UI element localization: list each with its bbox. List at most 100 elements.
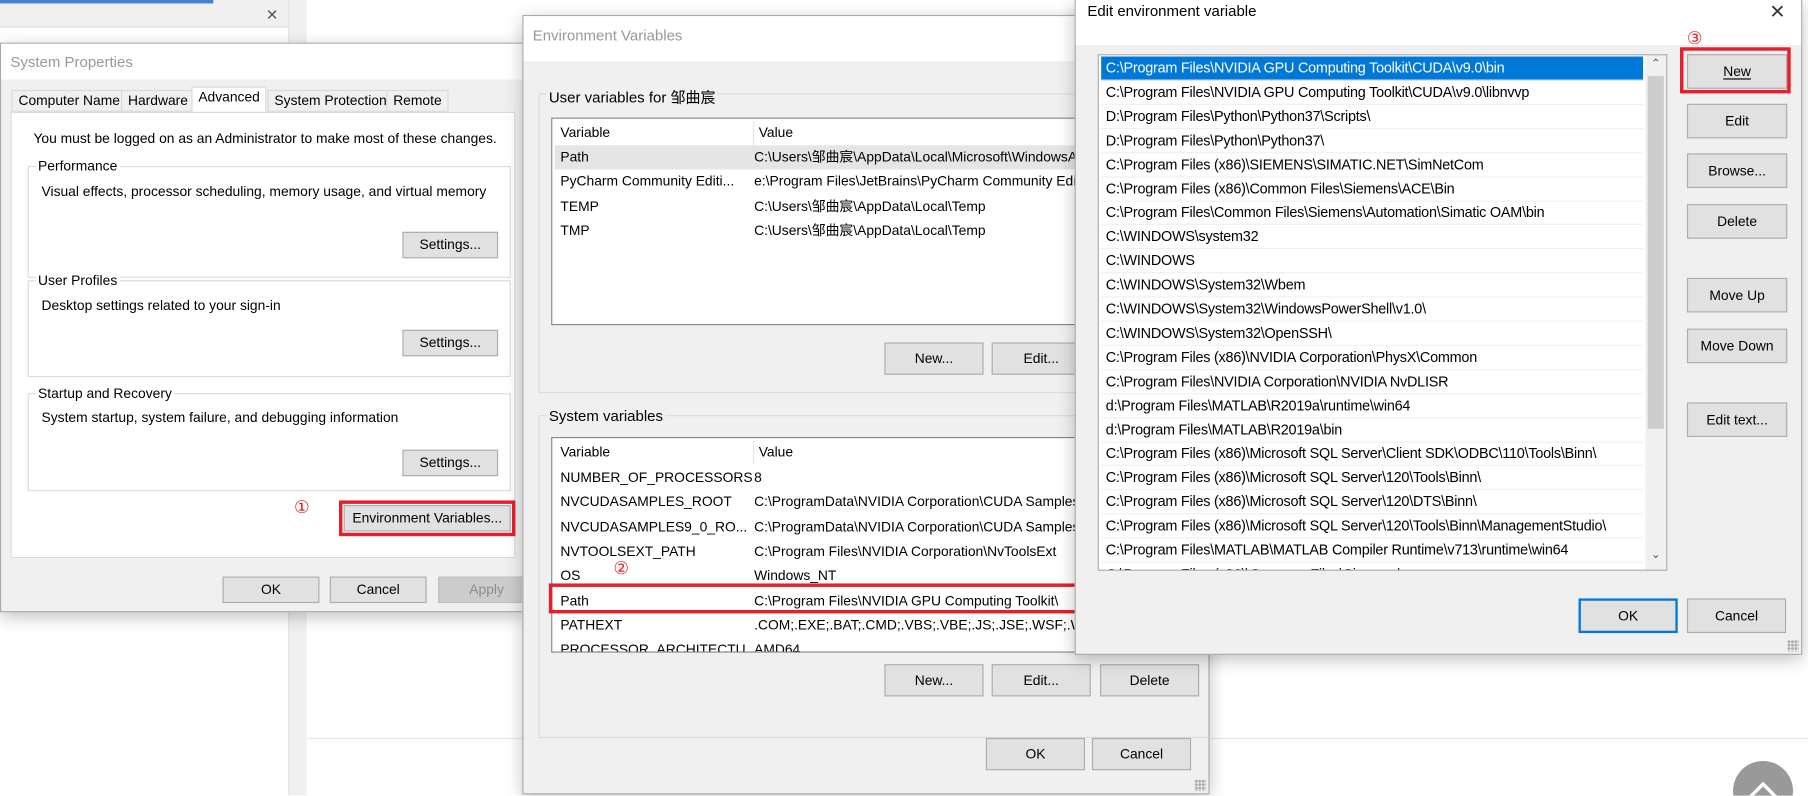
move-down-button[interactable]: Move Down xyxy=(1686,328,1788,364)
variable-name: TEMP xyxy=(560,197,599,215)
performance-label: Performance xyxy=(35,157,120,175)
column-value[interactable]: Value xyxy=(752,121,793,146)
table-row[interactable]: NVTOOLSEXT_PATH C:\Program Files\NVIDIA C… xyxy=(555,540,1081,564)
startup-recovery-settings-button[interactable]: Settings... xyxy=(402,449,499,477)
edit-entry-button[interactable]: Edit xyxy=(1686,103,1788,139)
scrollbar-thumb[interactable] xyxy=(1647,76,1664,429)
step-marker-2: ② xyxy=(613,559,629,579)
user-variables-label: User variables for 邹曲宸 xyxy=(546,85,718,108)
highlight-new-button xyxy=(1680,47,1791,94)
variable-name: PyCharm Community Editi... xyxy=(560,173,735,190)
system-variables-table[interactable]: Variable Value NUMBER_OF_PROCESSORS 8 NVCU… xyxy=(551,437,1082,653)
column-value[interactable]: Value xyxy=(752,440,793,465)
scroll-up-arrow-icon[interactable]: ⌃ xyxy=(1645,58,1666,71)
variable-name: NVCUDASAMPLES9_0_RO... xyxy=(560,518,748,535)
path-entry[interactable]: d:\Program Files\MATLAB\R2019a\bin xyxy=(1101,418,1644,443)
browse-button[interactable]: Browse... xyxy=(1686,153,1788,188)
tab-hardware[interactable]: Hardware xyxy=(121,89,195,112)
table-row[interactable]: PATHEXT .COM;.EXE;.BAT;.CMD;.VBS;.VBE;.JS… xyxy=(555,613,1080,637)
variable-value: C:\Program Files\NVIDIA Corporation\NvTo… xyxy=(754,542,1057,560)
tab-advanced[interactable]: Advanced xyxy=(191,86,267,113)
table-row[interactable]: NUMBER_OF_PROCESSORS 8 xyxy=(555,466,1081,490)
tab-remote[interactable]: Remote xyxy=(386,89,449,112)
path-entry[interactable]: C:\WINDOWS\system32 xyxy=(1101,225,1644,250)
system-properties-cancel-button[interactable]: Cancel xyxy=(329,576,427,604)
path-entry[interactable]: C:\Program Files (x86)\Common Files\Siem… xyxy=(1101,563,1643,570)
column-variable[interactable]: Variable xyxy=(560,121,610,145)
path-entry[interactable]: C:\Program Files\Common Files\Siemens\Au… xyxy=(1101,201,1644,226)
user-profiles-label: User Profiles xyxy=(35,272,120,289)
path-entry[interactable]: C:\Program Files (x86)\NVIDIA Corporatio… xyxy=(1101,346,1644,370)
performance-settings-button[interactable]: Settings... xyxy=(402,231,499,259)
variable-value: C:\Users\邹曲宸\AppData\Local\Microsoft\Win… xyxy=(754,148,1104,165)
system-variables-label: System variables xyxy=(546,407,666,425)
background-tab-indicator xyxy=(0,0,214,4)
variable-name: Path xyxy=(560,148,589,165)
resize-grip-icon[interactable] xyxy=(1194,779,1207,791)
variable-name: NVCUDASAMPLES_ROOT xyxy=(560,493,732,510)
path-entry[interactable]: D:\Program Files\Python\Python37\Scripts… xyxy=(1101,105,1644,129)
performance-desc: Visual effects, processor scheduling, me… xyxy=(41,183,487,200)
path-entry[interactable]: C:\Program Files (x86)\SIEMENS\SIMATIC.N… xyxy=(1101,153,1644,178)
delete-entry-button[interactable]: Delete xyxy=(1686,204,1788,239)
environment-variables-cancel-button[interactable]: Cancel xyxy=(1091,737,1192,771)
path-entry[interactable]: C:\Program Files\NVIDIA Corporation\NVID… xyxy=(1101,370,1644,394)
path-entry[interactable]: C:\WINDOWS\System32\WindowsPowerShell\v1… xyxy=(1101,297,1644,322)
environment-variables-title: Environment Variables xyxy=(532,26,683,44)
path-entry[interactable]: C:\Program Files (x86)\Microsoft SQL Ser… xyxy=(1101,466,1644,491)
scroll-down-arrow-icon[interactable]: ⌄ xyxy=(1645,549,1666,562)
table-row[interactable]: PROCESSOR_ARCHITECTU... AMD64 xyxy=(555,638,1081,653)
system-properties-apply-button[interactable]: Apply xyxy=(438,576,536,604)
path-entry[interactable]: C:\WINDOWS xyxy=(1101,249,1644,274)
variable-value: 8 xyxy=(754,469,762,486)
path-entry[interactable]: D:\Program Files\Python\Python37\ xyxy=(1101,129,1644,153)
path-entry[interactable]: C:\Program Files (x86)\Common Files\Siem… xyxy=(1101,177,1644,202)
list-scrollbar[interactable]: ⌃ ⌄ xyxy=(1645,55,1667,570)
background-tab-close-icon[interactable]: × xyxy=(266,3,277,26)
system-edit-button[interactable]: Edit... xyxy=(991,664,1091,697)
path-entry[interactable]: d:\Program Files\MATLAB\R2019a\runtime\w… xyxy=(1101,394,1644,419)
path-entry[interactable]: C:\Program Files\MATLAB\MATLAB Compiler … xyxy=(1101,538,1644,563)
table-row[interactable]: NVCUDASAMPLES9_0_RO... C:\ProgramData\NVI… xyxy=(555,515,1081,539)
variable-name: NUMBER_OF_PROCESSORS xyxy=(560,469,753,486)
path-entry[interactable]: C:\Program Files (x86)\Microsoft SQL Ser… xyxy=(1101,442,1644,467)
resize-grip-icon[interactable] xyxy=(1787,639,1799,652)
close-icon[interactable]: × xyxy=(1770,0,1785,27)
path-entry[interactable]: C:\WINDOWS\System32\Wbem xyxy=(1101,273,1644,298)
path-entry[interactable]: C:\Program Files\NVIDIA GPU Computing To… xyxy=(1101,56,1644,81)
system-new-button[interactable]: New... xyxy=(884,664,984,697)
path-entry[interactable]: C:\Program Files (x86)\Microsoft SQL Ser… xyxy=(1101,490,1644,515)
path-entry[interactable]: C:\Program Files\NVIDIA GPU Computing To… xyxy=(1101,81,1644,105)
scroll-to-top-button[interactable] xyxy=(1733,761,1794,796)
variable-name: PATHEXT xyxy=(560,616,623,633)
user-new-button[interactable]: New... xyxy=(884,342,984,375)
edit-env-title: Edit environment variable xyxy=(1087,2,1257,20)
edit-env-ok-button[interactable]: OK xyxy=(1578,598,1678,634)
column-variable[interactable]: Variable xyxy=(560,440,610,464)
table-row[interactable]: NVCUDASAMPLES_ROOT C:\ProgramData\NVIDIA … xyxy=(555,490,1081,514)
edit-environment-variable-dialog: Edit environment variable × C:\Program F… xyxy=(1074,0,1803,655)
edit-text-button[interactable]: Edit text... xyxy=(1686,402,1788,438)
tab-system-protection[interactable]: System Protection xyxy=(267,89,394,112)
path-entry[interactable]: C:\Program Files (x86)\Microsoft SQL Ser… xyxy=(1101,514,1644,539)
highlight-env-button xyxy=(338,500,516,537)
highlight-path-row xyxy=(548,583,1088,614)
system-table-header: Variable Value xyxy=(555,440,1081,465)
startup-recovery-group: Startup and Recovery System startup, sys… xyxy=(27,385,511,492)
background-tab-strip xyxy=(0,0,289,28)
system-delete-button[interactable]: Delete xyxy=(1100,664,1200,697)
variable-value: C:\Users\邹曲宸\AppData\Local\Temp xyxy=(754,197,986,215)
environment-variables-ok-button[interactable]: OK xyxy=(985,737,1086,771)
system-properties-ok-button[interactable]: OK xyxy=(222,576,320,604)
tab-computer-name[interactable]: Computer Name xyxy=(11,89,127,112)
path-entry[interactable]: C:\WINDOWS\System32\OpenSSH\ xyxy=(1101,322,1644,346)
variable-value: AMD64 xyxy=(754,641,801,653)
system-properties-dialog: System Properties Computer Name Hardware… xyxy=(0,42,536,613)
move-up-button[interactable]: Move Up xyxy=(1686,277,1788,313)
user-profiles-settings-button[interactable]: Settings... xyxy=(402,329,499,357)
path-entries-list[interactable]: C:\Program Files\NVIDIA GPU Computing To… xyxy=(1097,54,1668,571)
variable-value: e:\Program Files\JetBrains\PyCharm Commu… xyxy=(754,173,1099,190)
edit-env-cancel-button[interactable]: Cancel xyxy=(1686,598,1787,634)
variable-value: C:\ProgramData\NVIDIA Corporation\CUDA S… xyxy=(754,493,1080,510)
advanced-tab-panel: You must be logged on as an Administrato… xyxy=(10,111,516,559)
